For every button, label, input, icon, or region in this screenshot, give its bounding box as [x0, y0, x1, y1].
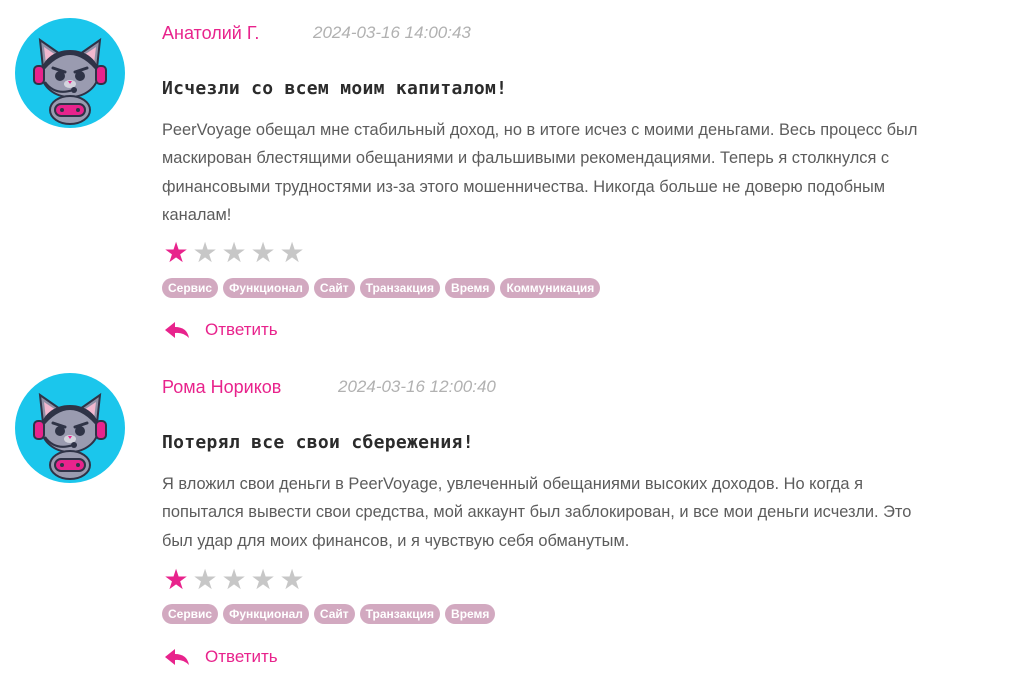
review-body-line: был удар для моих финансов, и я чувствую…	[162, 531, 630, 550]
review-title: Потерял все свои сбережения!	[162, 432, 474, 453]
tag-pill: Сервис	[162, 604, 219, 624]
reply-label: Ответить	[205, 647, 278, 666]
tag-pill: Сайт	[313, 604, 355, 624]
review-body-line: Я вложил свои деньги в PeerVoyage, увлеч…	[162, 475, 863, 493]
tag-pill: Функционал	[223, 604, 309, 624]
review-body: Я вложил свои деньги в PeerVoyage, увлеч…	[162, 470, 992, 555]
reply-button[interactable]: Ответить	[164, 646, 278, 668]
avatar	[15, 373, 125, 483]
review-author[interactable]: Рома Нориков	[162, 376, 281, 398]
star-empty-icon: ★	[221, 564, 247, 595]
reply-arrow-icon	[165, 649, 189, 665]
gamer-cat-icon	[33, 392, 107, 480]
review-body-line: попытался вывести свои средства, мой акк…	[162, 503, 912, 522]
review-card: Рома Нориков 2024-03-16 12:00:40 Потерял…	[0, 0, 1024, 679]
tag-list: Сервис Функционал Сайт Транзакция Время	[162, 604, 496, 624]
star-empty-icon: ★	[279, 564, 305, 595]
star-filled-icon: ★	[163, 564, 189, 595]
review-date: 2024-03-16 12:00:40	[338, 377, 496, 396]
star-rating: ★ ★ ★ ★ ★	[162, 566, 306, 594]
tag-pill: Транзакция	[359, 604, 441, 624]
tag-pill: Время	[445, 604, 496, 624]
star-empty-icon: ★	[250, 564, 276, 595]
star-empty-icon: ★	[192, 564, 218, 595]
